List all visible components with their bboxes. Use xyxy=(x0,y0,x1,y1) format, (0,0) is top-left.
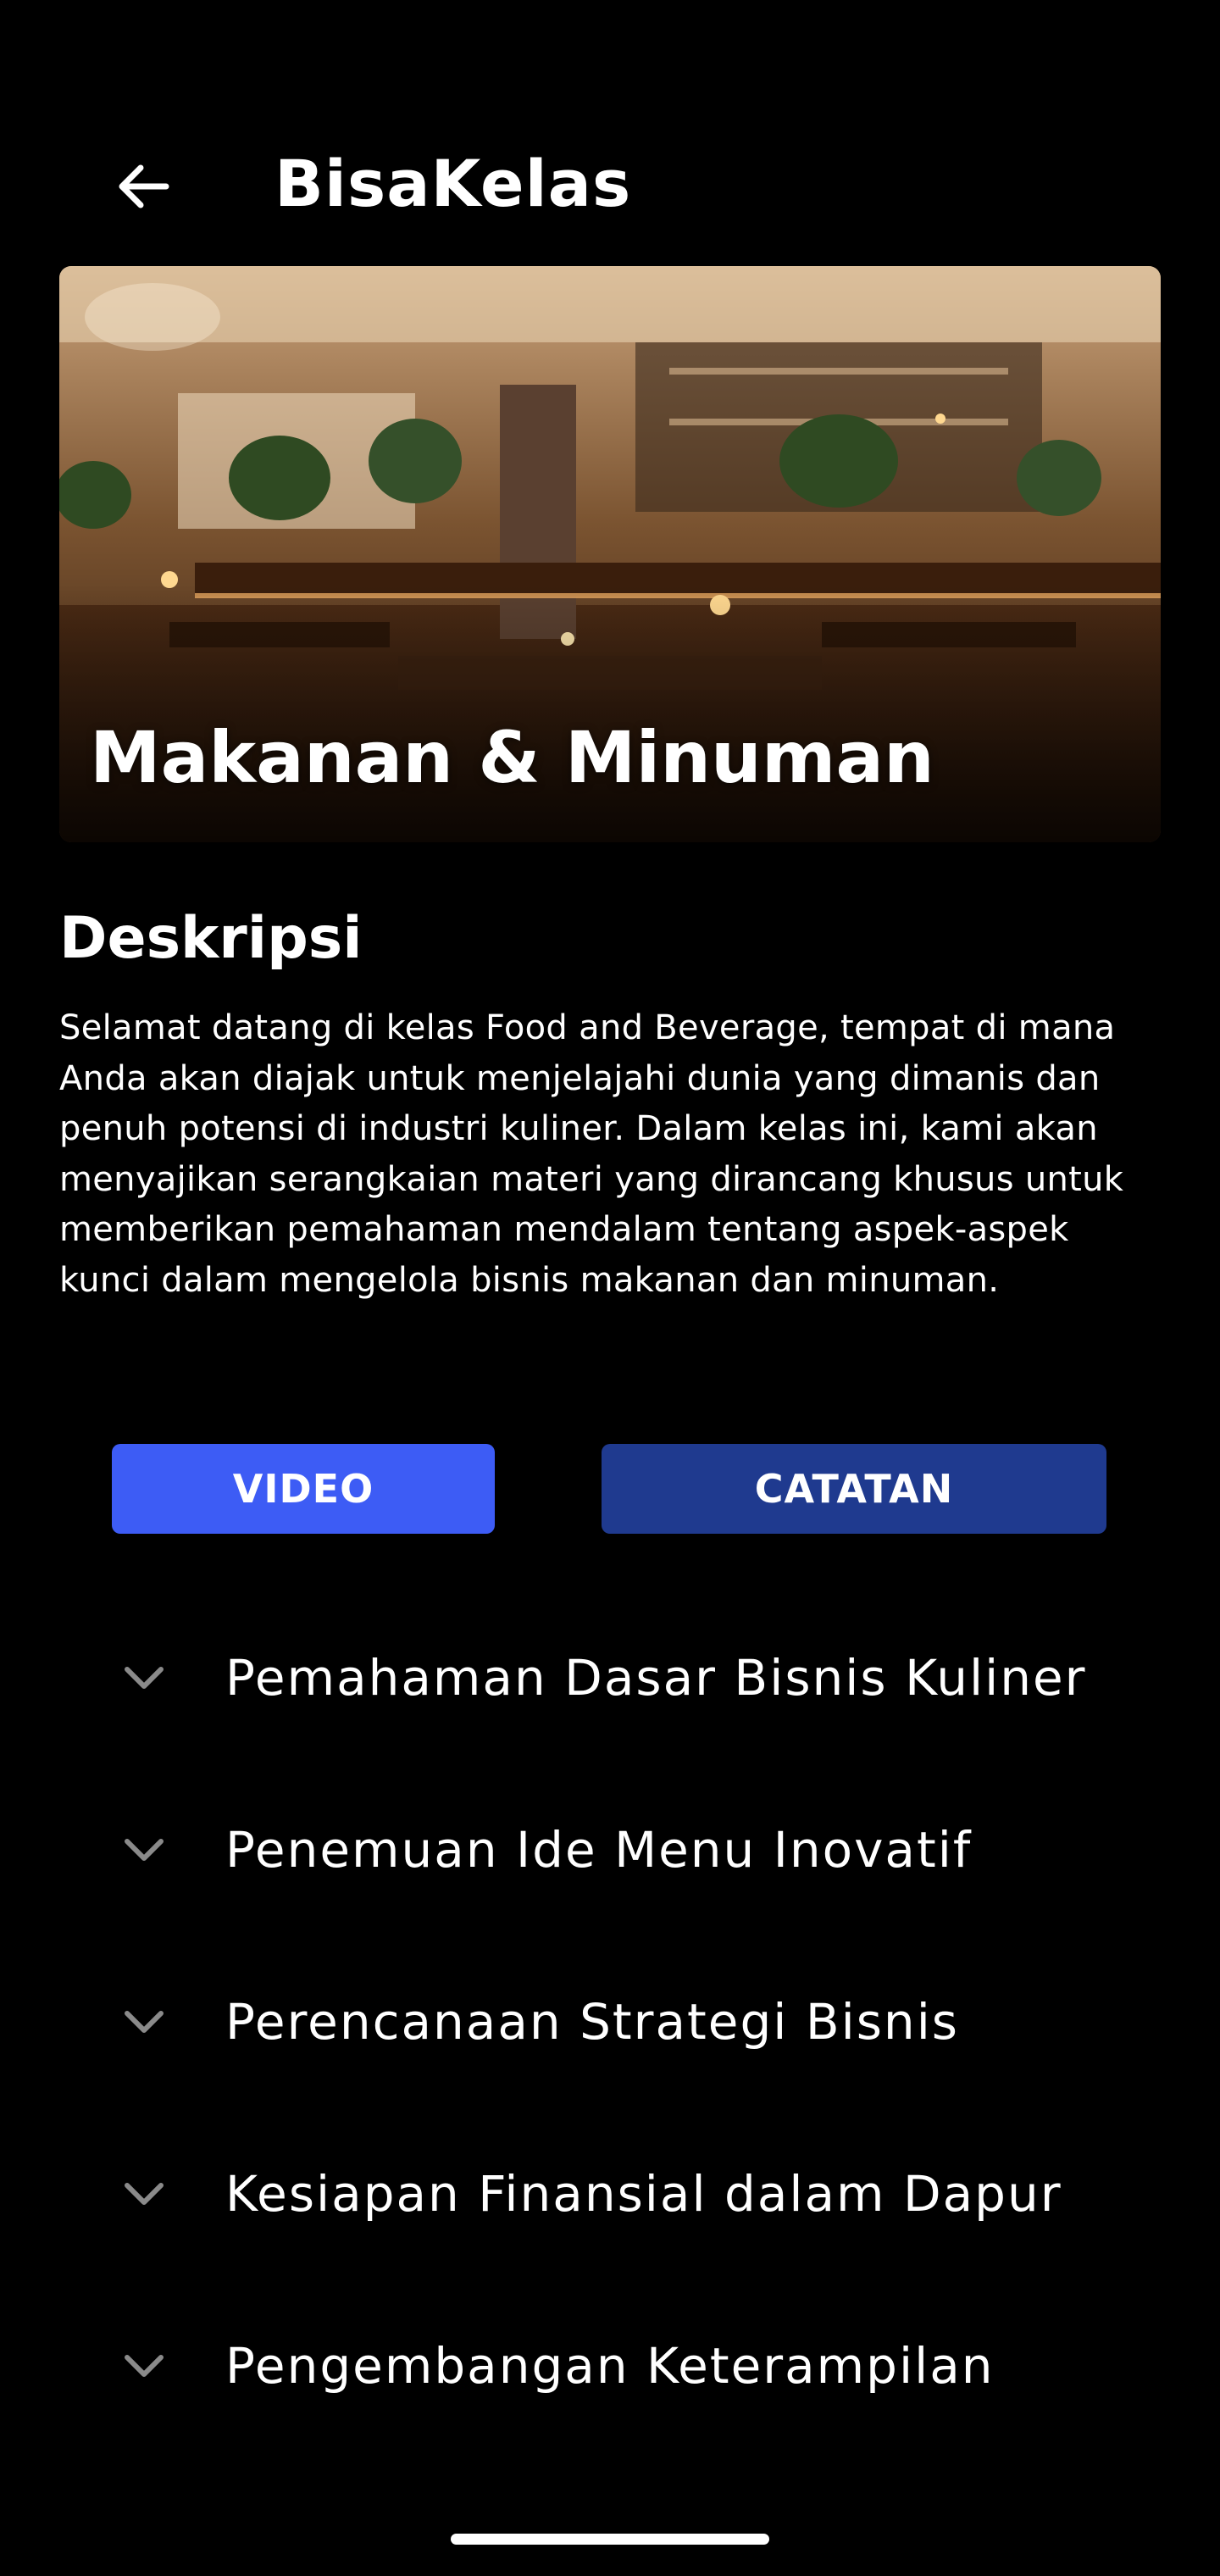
module-list: Pemahaman Dasar Bisnis Kuliner Penemuan … xyxy=(0,1593,1220,2453)
app-title: BisaKelas xyxy=(274,146,632,221)
module-item[interactable]: Kesiapan Finansial dalam Dapur xyxy=(0,2109,1220,2281)
module-item[interactable]: Pemahaman Dasar Bisnis Kuliner xyxy=(0,1593,1220,1765)
module-item[interactable]: Penemuan Ide Menu Inovatif xyxy=(0,1765,1220,1937)
chevron-down-icon xyxy=(125,1667,164,1689)
chevron-down-icon xyxy=(125,2355,164,2377)
module-label: Pengembangan Keterampilan xyxy=(225,2337,995,2395)
notes-button[interactable]: CATATAN xyxy=(602,1444,1106,1534)
module-label: Perencanaan Strategi Bisnis xyxy=(225,1993,960,2051)
module-label: Kesiapan Finansial dalam Dapur xyxy=(225,2165,1062,2223)
module-item[interactable]: Pengembangan Keterampilan xyxy=(0,2281,1220,2453)
description-heading: Deskripsi xyxy=(59,905,363,972)
home-indicator[interactable] xyxy=(451,2534,769,2545)
top-app-bar: BisaKelas xyxy=(0,127,1220,246)
chevron-down-icon xyxy=(125,2183,164,2205)
video-button[interactable]: VIDEO xyxy=(112,1444,495,1534)
course-title: Makanan & Minuman xyxy=(90,716,934,799)
arrow-left-icon xyxy=(119,164,169,208)
module-label: Pemahaman Dasar Bisnis Kuliner xyxy=(225,1649,1087,1707)
chevron-down-icon xyxy=(125,1839,164,1861)
description-text: Selamat datang di kelas Food and Beverag… xyxy=(59,1008,1124,1300)
chevron-down-icon xyxy=(125,2011,164,2033)
module-label: Penemuan Ide Menu Inovatif xyxy=(225,1821,973,1879)
module-item[interactable]: Perencanaan Strategi Bisnis xyxy=(0,1937,1220,2109)
course-hero-banner: Makanan & Minuman xyxy=(59,266,1161,842)
back-button[interactable] xyxy=(100,153,185,220)
